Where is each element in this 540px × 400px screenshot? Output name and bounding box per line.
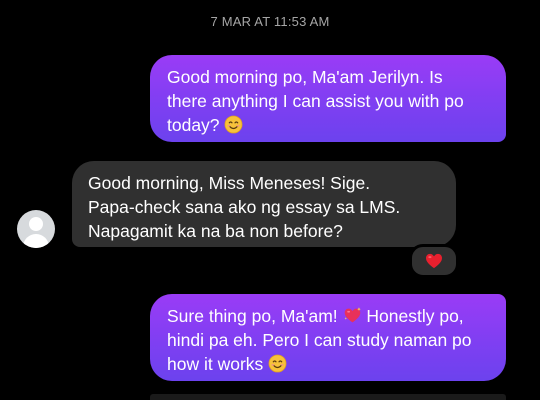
message-text: Good morning po, Ma'am Jerilyn. Is there…: [167, 67, 464, 135]
next-message-edge: [150, 394, 506, 400]
outgoing-message-bubble[interactable]: Good morning po, Ma'am Jerilyn. Is there…: [150, 55, 506, 142]
sparkling-heart-emoji-icon: [344, 307, 361, 323]
avatar-shoulders-shape: [23, 234, 49, 248]
contact-avatar[interactable]: [17, 210, 55, 248]
message-reaction[interactable]: [409, 244, 459, 278]
smiling-face-emoji-icon: [268, 354, 287, 373]
message-text: Good morning, Miss Meneses! Sige. Papa-c…: [88, 173, 401, 241]
smiling-face-emoji-icon: [224, 115, 243, 134]
outgoing-message-bubble[interactable]: Sure thing po, Ma'am! Honestly po, hindi…: [150, 294, 506, 381]
incoming-message-bubble[interactable]: Good morning, Miss Meneses! Sige. Papa-c…: [72, 161, 456, 247]
message-timestamp: 7 MAR AT 11:53 AM: [210, 14, 330, 29]
red-heart-emoji-icon: [426, 253, 442, 269]
message-text-part: Sure thing po, Ma'am!: [167, 306, 338, 326]
avatar-head-shape: [29, 217, 43, 231]
